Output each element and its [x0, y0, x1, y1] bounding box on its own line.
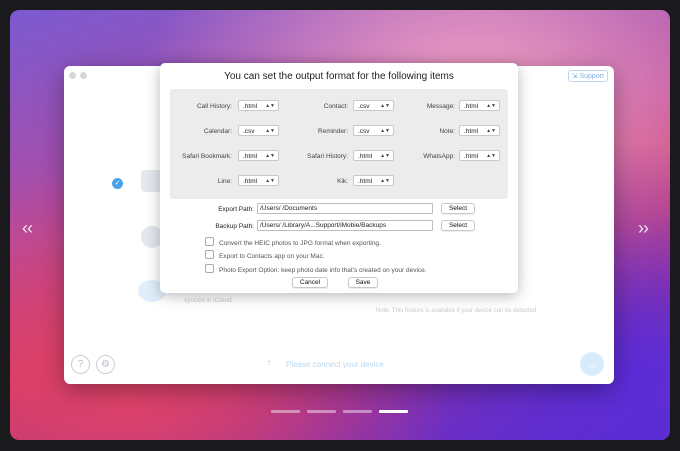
contacts-checkbox[interactable]: [205, 250, 214, 259]
pager-dot-3[interactable]: [343, 410, 372, 413]
line-label: Line:: [217, 178, 232, 185]
safari-bookmark-select[interactable]: .html ▲▼: [238, 150, 279, 161]
kik-label: Kik:: [337, 178, 348, 185]
pager-dot-2[interactable]: [307, 410, 336, 413]
chevron-updown-icon: ▲▼: [486, 103, 496, 109]
export-path-select-button[interactable]: Select: [441, 203, 475, 214]
calendar-select[interactable]: .csv ▲▼: [238, 125, 279, 136]
pager-dot-1[interactable]: [271, 410, 300, 413]
safari-history-select[interactable]: .html ▲▼: [353, 150, 394, 161]
export-path-label: Export Path:: [218, 206, 254, 213]
message-select[interactable]: .html ▲▼: [459, 100, 500, 111]
reminder-select[interactable]: .csv ▲▼: [353, 125, 394, 136]
support-icon: ⇲: [571, 73, 578, 80]
kik-select[interactable]: .html ▲▼: [353, 175, 394, 186]
prev-arrow-icon[interactable]: ‹ ‹: [22, 218, 33, 239]
export-path-field[interactable]: /Users/ /Documents: [257, 203, 433, 214]
cancel-button[interactable]: Cancel: [292, 277, 328, 288]
photo-date-option-row[interactable]: Photo Export Option: keep photo date inf…: [205, 264, 427, 274]
save-button[interactable]: Save: [348, 277, 378, 288]
line-select[interactable]: .html ▲▼: [238, 175, 279, 186]
heic-option-row[interactable]: Convert the HEIC photos to JPG format wh…: [205, 237, 381, 247]
contact-select[interactable]: .csv ▲▼: [353, 100, 394, 111]
connect-device-text: Please connect your device: [286, 360, 384, 369]
chevron-updown-icon: ▲▼: [380, 178, 390, 184]
contacts-option-row[interactable]: Export to Contacts app on your Mac.: [205, 250, 325, 260]
chevron-updown-icon: ▲▼: [265, 178, 275, 184]
support-button[interactable]: ⇲ Support: [567, 70, 608, 82]
window-close-button[interactable]: [69, 72, 76, 79]
calendar-label: Calendar:: [203, 128, 232, 135]
chevron-updown-icon: ▲▼: [265, 103, 275, 109]
window-minimize-button[interactable]: [80, 72, 87, 79]
output-format-dialog: You can set the output format for the fo…: [160, 63, 518, 293]
safari-bookmark-label: Safari Bookmark:: [182, 153, 232, 160]
call-history-select[interactable]: .html ▲▼: [238, 100, 279, 111]
heic-checkbox[interactable]: [205, 237, 214, 246]
backup-path-field[interactable]: /Users/ /Library/A...Support/iMobie/Back…: [257, 220, 433, 231]
next-button-icon[interactable]: →: [580, 352, 604, 376]
whatsapp-label: WhatsApp:: [423, 153, 455, 160]
feature-note-text: Note: This feature is available if your …: [376, 308, 537, 314]
checkmark-icon: ✓: [112, 178, 123, 189]
question-icon[interactable]: ?: [71, 355, 90, 374]
whatsapp-select[interactable]: .html ▲▼: [459, 150, 500, 161]
contact-label: Contact:: [323, 103, 348, 110]
dialog-title: You can set the output format for the fo…: [224, 71, 454, 82]
pager-dot-4-active[interactable]: [379, 410, 408, 413]
format-panel: Call History: .html ▲▼ Contact: .csv ▲▼ Me…: [170, 89, 508, 199]
call-history-label: Call History:: [196, 103, 232, 110]
backup-path-label: Backup Path:: [215, 223, 254, 230]
connect-arrow-icon: ↑: [267, 358, 271, 367]
note-label: Note:: [439, 128, 455, 135]
backup-path-select-button[interactable]: Select: [441, 220, 475, 231]
note-select[interactable]: .html ▲▼: [459, 125, 500, 136]
icloud-synced-text: synced in iCloud.: [184, 297, 234, 304]
chevron-updown-icon: ▲▼: [265, 128, 275, 134]
safari-history-label: Safari History:: [307, 153, 348, 160]
next-arrow-icon[interactable]: › ›: [638, 218, 649, 239]
photo-date-checkbox[interactable]: [205, 264, 214, 273]
message-label: Message:: [426, 103, 455, 110]
chevron-updown-icon: ▲▼: [265, 153, 275, 159]
chevron-updown-icon: ▲▼: [486, 128, 496, 134]
reminder-label: Reminder:: [318, 128, 348, 135]
gear-icon[interactable]: ⚙: [96, 355, 115, 374]
chevron-updown-icon: ▲▼: [486, 153, 496, 159]
